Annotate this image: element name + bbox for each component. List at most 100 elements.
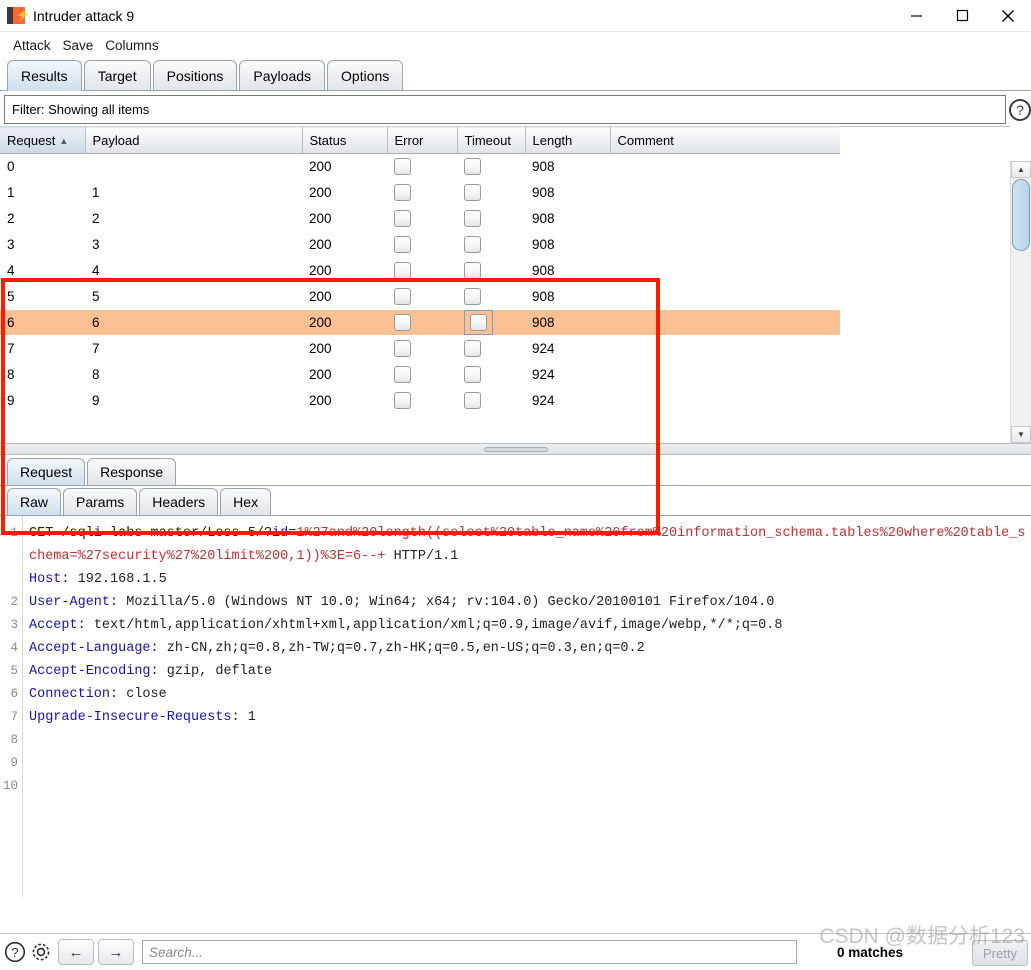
- column-header-payload[interactable]: Payload: [85, 126, 303, 154]
- column-header-status[interactable]: Status: [302, 126, 388, 154]
- cell-timeout: [457, 361, 525, 388]
- results-table-scroll[interactable]: Request ▲ Payload Status Error Timeout Le…: [0, 126, 1010, 443]
- column-header-comment[interactable]: Comment: [610, 126, 840, 154]
- cell-payload: 3: [85, 231, 302, 258]
- close-icon[interactable]: [985, 0, 1031, 32]
- cell-timeout: [457, 205, 525, 232]
- bottom-bar: ? ← → Search... 0 matches Pretty: [0, 933, 1031, 970]
- line-number: 8: [10, 733, 18, 747]
- table-header-row: Request ▲ Payload Status Error Timeout Le…: [0, 126, 840, 154]
- cell-payload: 5: [85, 283, 302, 310]
- filter-bar[interactable]: Filter: Showing all items: [4, 95, 1007, 124]
- timeout-checkbox[interactable]: [464, 184, 481, 201]
- tab-params[interactable]: Params: [63, 488, 138, 515]
- results-vertical-scrollbar[interactable]: ▲ ▼: [1010, 161, 1031, 443]
- table-row-selected[interactable]: 6 6 200 908: [0, 309, 840, 336]
- error-checkbox[interactable]: [394, 184, 411, 201]
- scrollbar-thumb[interactable]: [1012, 179, 1030, 251]
- timeout-checkbox[interactable]: [464, 158, 481, 175]
- tab-hex[interactable]: Hex: [220, 488, 272, 515]
- cell-comment: [610, 361, 840, 388]
- scroll-up-icon[interactable]: ▲: [1011, 161, 1031, 178]
- table-row[interactable]: 2 2 200 908: [0, 205, 840, 232]
- minimize-icon[interactable]: [893, 0, 939, 32]
- panel-splitter[interactable]: [0, 443, 1031, 455]
- cell-request: 1: [0, 179, 85, 206]
- tab-raw[interactable]: Raw: [7, 488, 62, 515]
- timeout-checkbox[interactable]: [464, 236, 481, 253]
- cell-length: 908: [525, 179, 610, 206]
- arrow-left-icon[interactable]: ←: [58, 939, 94, 965]
- header-value-upgrade-insecure-requests: 1: [239, 710, 256, 725]
- table-row[interactable]: 1 1 200 908: [0, 179, 840, 206]
- message-tab-strip: Request Response: [0, 455, 1031, 486]
- cell-length: 924: [525, 361, 610, 388]
- filter-row: Filter: Showing all items ?: [0, 91, 1031, 126]
- cell-comment: [610, 231, 840, 258]
- question-mark-icon[interactable]: ?: [1009, 99, 1031, 121]
- timeout-checkbox-focused[interactable]: [464, 310, 493, 335]
- table-row[interactable]: 8 8 200 924: [0, 361, 840, 388]
- scroll-down-icon[interactable]: ▼: [1011, 426, 1031, 443]
- header-value-accept-encoding: gzip, deflate: [158, 664, 273, 679]
- timeout-checkbox[interactable]: [464, 392, 481, 409]
- maximize-icon[interactable]: [939, 0, 985, 32]
- cell-error: [387, 335, 457, 362]
- tab-options[interactable]: Options: [327, 60, 404, 90]
- table-row[interactable]: 0 200 908: [0, 153, 840, 180]
- error-checkbox[interactable]: [394, 236, 411, 253]
- cell-length: 908: [525, 153, 610, 180]
- table-row[interactable]: 4 4 200 908: [0, 257, 840, 284]
- timeout-checkbox[interactable]: [464, 288, 481, 305]
- cell-request: 2: [0, 205, 85, 232]
- table-row[interactable]: 9 9 200 924: [0, 387, 840, 414]
- column-header-request[interactable]: Request ▲: [0, 126, 86, 154]
- tab-target[interactable]: Target: [83, 60, 151, 90]
- error-checkbox[interactable]: [394, 158, 411, 175]
- timeout-checkbox[interactable]: [464, 262, 481, 279]
- timeout-checkbox[interactable]: [464, 366, 481, 383]
- menu-item-columns[interactable]: Columns: [99, 36, 164, 55]
- menu-item-attack[interactable]: Attack: [7, 36, 57, 55]
- tab-positions[interactable]: Positions: [152, 60, 238, 90]
- pretty-button[interactable]: Pretty: [972, 940, 1028, 966]
- splitter-grip[interactable]: [483, 446, 548, 452]
- table-row[interactable]: 7 7 200 924: [0, 335, 840, 362]
- error-checkbox[interactable]: [394, 314, 411, 331]
- tab-headers[interactable]: Headers: [139, 488, 219, 515]
- arrow-right-icon[interactable]: →: [98, 939, 134, 965]
- error-checkbox[interactable]: [394, 262, 411, 279]
- cell-request: 8: [0, 361, 85, 388]
- line-number: 10: [2, 779, 18, 793]
- search-input[interactable]: Search...: [142, 940, 797, 964]
- menu-item-save[interactable]: Save: [57, 36, 100, 55]
- request-raw-text[interactable]: GET /sqli-labs-master/Less-5/?id=1%27and…: [23, 516, 1031, 897]
- timeout-checkbox[interactable]: [464, 210, 481, 227]
- cell-request: 4: [0, 257, 85, 284]
- column-header-error[interactable]: Error: [387, 126, 458, 154]
- burp-suite-icon: ⚡: [7, 7, 30, 24]
- request-editor[interactable]: 1 2 3 4 5 6 7 8 9 10 GET /sqli-labs-mast…: [0, 516, 1031, 897]
- cell-comment: [610, 283, 840, 310]
- cell-length: 924: [525, 387, 610, 414]
- column-header-length[interactable]: Length: [525, 126, 611, 154]
- table-row[interactable]: 5 5 200 908: [0, 283, 840, 310]
- question-mark-icon[interactable]: ?: [2, 939, 28, 965]
- column-header-timeout[interactable]: Timeout: [457, 126, 526, 154]
- tab-payloads[interactable]: Payloads: [239, 60, 326, 90]
- tab-request[interactable]: Request: [7, 458, 86, 485]
- tab-response[interactable]: Response: [87, 458, 177, 485]
- cell-timeout: [457, 309, 525, 336]
- error-checkbox[interactable]: [394, 288, 411, 305]
- gear-icon[interactable]: [28, 939, 54, 965]
- error-checkbox[interactable]: [394, 366, 411, 383]
- error-checkbox[interactable]: [394, 340, 411, 357]
- tab-results[interactable]: Results: [7, 60, 82, 91]
- request-line-param: id: [272, 526, 289, 541]
- error-checkbox[interactable]: [394, 392, 411, 409]
- timeout-checkbox[interactable]: [464, 340, 481, 357]
- cell-comment: [610, 309, 840, 336]
- table-row[interactable]: 3 3 200 908: [0, 231, 840, 258]
- error-checkbox[interactable]: [394, 210, 411, 227]
- cell-length: 908: [525, 231, 610, 258]
